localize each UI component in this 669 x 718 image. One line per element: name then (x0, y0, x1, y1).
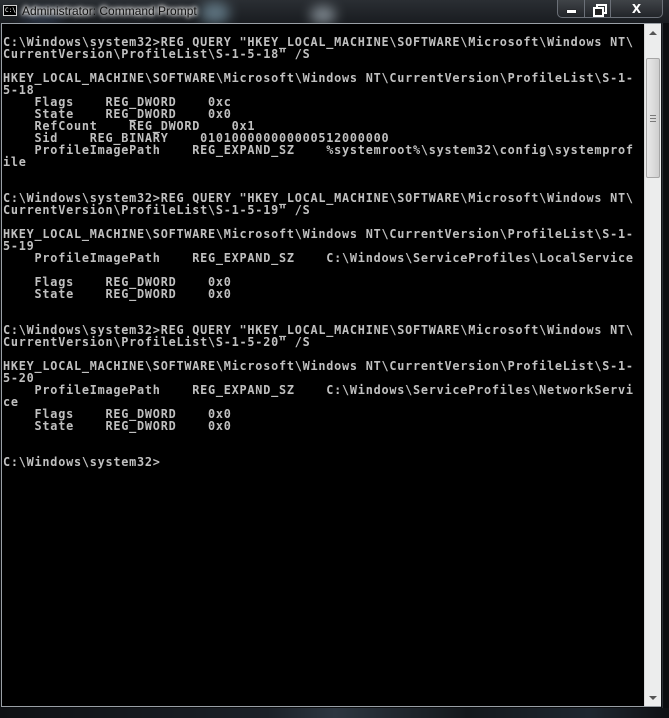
grip-icon (650, 114, 656, 122)
console-line: State REG_DWORD 0x0 (3, 419, 232, 433)
caption-buttons: X (557, 0, 663, 18)
window-frame-bottom[interactable] (0, 708, 669, 718)
restore-icon (592, 3, 607, 17)
command-prompt-window: C:\_ Administrator: Command Prompt X C:\… (0, 0, 669, 718)
console-line: CurrentVersion\ProfileList\S-1-5-20" /S (3, 335, 311, 349)
console-line: ProfileImagePath REG_EXPAND_SZ %systemro… (3, 143, 634, 157)
console-line: State REG_DWORD 0x0 (3, 287, 232, 301)
scroll-up-button[interactable] (645, 24, 661, 41)
console-line: ProfileImagePath REG_EXPAND_SZ C:\Window… (3, 251, 634, 265)
close-button[interactable]: X (610, 0, 662, 17)
console-line: CurrentVersion\ProfileList\S-1-5-19" /S (3, 203, 311, 217)
arrow-down-icon (649, 695, 657, 700)
close-icon: X (631, 1, 642, 16)
console-line: ile (3, 155, 27, 169)
console-line: HKEY_LOCAL_MACHINE\SOFTWARE\Microsoft\Wi… (3, 359, 634, 373)
title-bar[interactable]: C:\_ Administrator: Command Prompt X (0, 0, 669, 23)
minimize-button[interactable] (558, 0, 584, 17)
console-client-area: C:\Windows\system32>REG QUERY "HKEY_LOCA… (1, 23, 661, 707)
console-line: ProfileImagePath REG_EXPAND_SZ C:\Window… (3, 383, 634, 397)
vertical-scrollbar[interactable] (644, 24, 661, 706)
console-output[interactable]: C:\Windows\system32>REG QUERY "HKEY_LOCA… (2, 24, 644, 706)
window-title: Administrator: Command Prompt (22, 4, 197, 18)
console-line: HKEY_LOCAL_MACHINE\SOFTWARE\Microsoft\Wi… (3, 227, 634, 241)
minimize-icon (566, 9, 576, 13)
window-frame-right[interactable] (662, 23, 669, 713)
cmd-icon[interactable]: C:\_ (3, 5, 17, 16)
console-line: CurrentVersion\ProfileList\S-1-5-18" /S (3, 47, 311, 61)
restore-button[interactable] (584, 0, 610, 17)
scroll-thumb[interactable] (646, 58, 660, 178)
arrow-up-icon (649, 30, 657, 35)
console-line: HKEY_LOCAL_MACHINE\SOFTWARE\Microsoft\Wi… (3, 71, 634, 85)
console-line: C:\Windows\system32> (3, 455, 161, 469)
scroll-down-button[interactable] (645, 689, 661, 706)
